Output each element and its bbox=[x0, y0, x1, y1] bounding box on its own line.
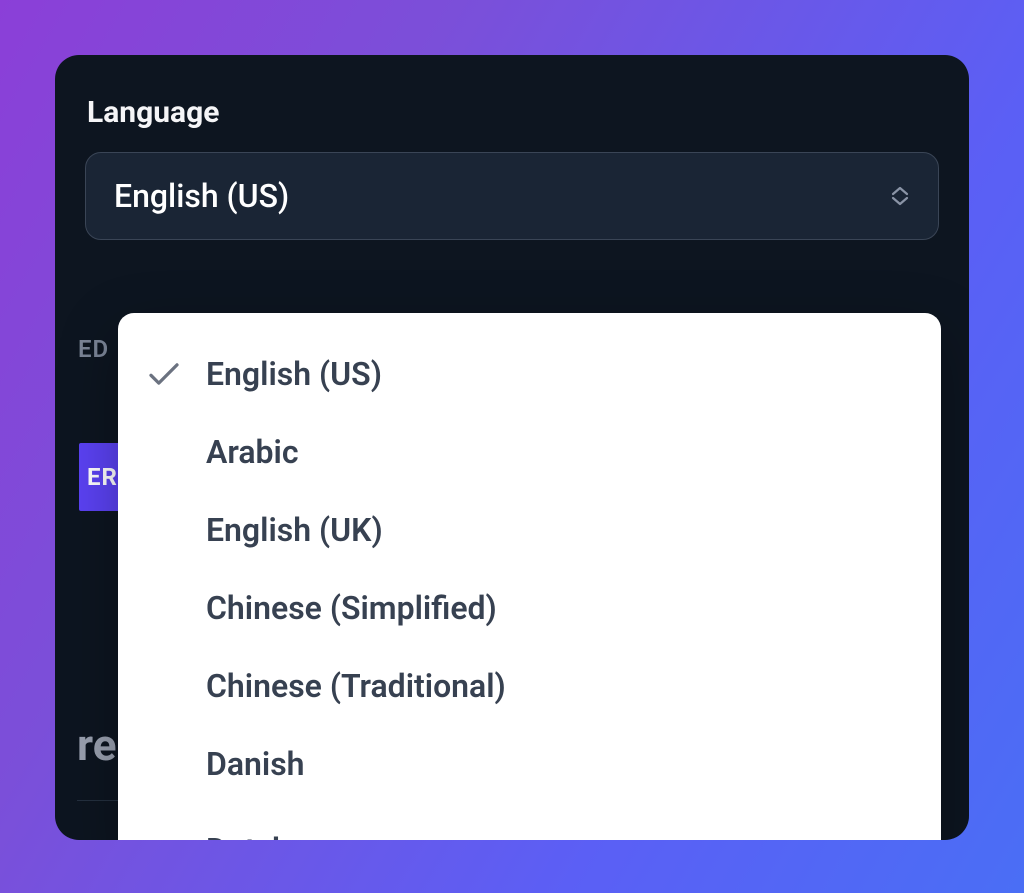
language-option-chinese-traditional[interactable]: Chinese (Traditional) bbox=[118, 647, 941, 725]
option-icon-spacer bbox=[148, 748, 190, 780]
settings-panel: Language English (US) ED ER re re Englis… bbox=[55, 55, 969, 840]
option-label: Dutch bbox=[206, 831, 290, 840]
check-icon bbox=[148, 358, 190, 390]
language-label: Language bbox=[87, 95, 939, 130]
language-select-value: English (US) bbox=[114, 177, 289, 215]
option-label: Chinese (Traditional) bbox=[206, 667, 506, 705]
language-option-danish[interactable]: Danish bbox=[118, 725, 941, 803]
option-label: Arabic bbox=[206, 433, 299, 471]
option-icon-spacer bbox=[148, 514, 190, 546]
option-label: Chinese (Simplified) bbox=[206, 589, 497, 627]
option-label: English (US) bbox=[206, 355, 382, 393]
option-icon-spacer bbox=[148, 670, 190, 702]
language-select[interactable]: English (US) bbox=[85, 152, 939, 240]
language-option-arabic[interactable]: Arabic bbox=[118, 413, 941, 491]
obscured-text-2: re bbox=[77, 830, 104, 840]
obscured-heading: re bbox=[77, 719, 116, 771]
option-label: Danish bbox=[206, 745, 305, 783]
language-option-english-us[interactable]: English (US) bbox=[118, 335, 941, 413]
option-icon-spacer bbox=[148, 826, 190, 840]
chevron-up-down-icon bbox=[890, 186, 910, 206]
language-option-dutch[interactable]: Dutch bbox=[118, 803, 941, 840]
option-icon-spacer bbox=[148, 436, 190, 468]
option-label: English (UK) bbox=[206, 511, 383, 549]
obscured-text: ED bbox=[78, 335, 109, 363]
language-option-chinese-simplified[interactable]: Chinese (Simplified) bbox=[118, 569, 941, 647]
language-dropdown: English (US) Arabic English (UK) Chinese… bbox=[118, 313, 941, 840]
language-option-english-uk[interactable]: English (UK) bbox=[118, 491, 941, 569]
option-icon-spacer bbox=[148, 592, 190, 624]
